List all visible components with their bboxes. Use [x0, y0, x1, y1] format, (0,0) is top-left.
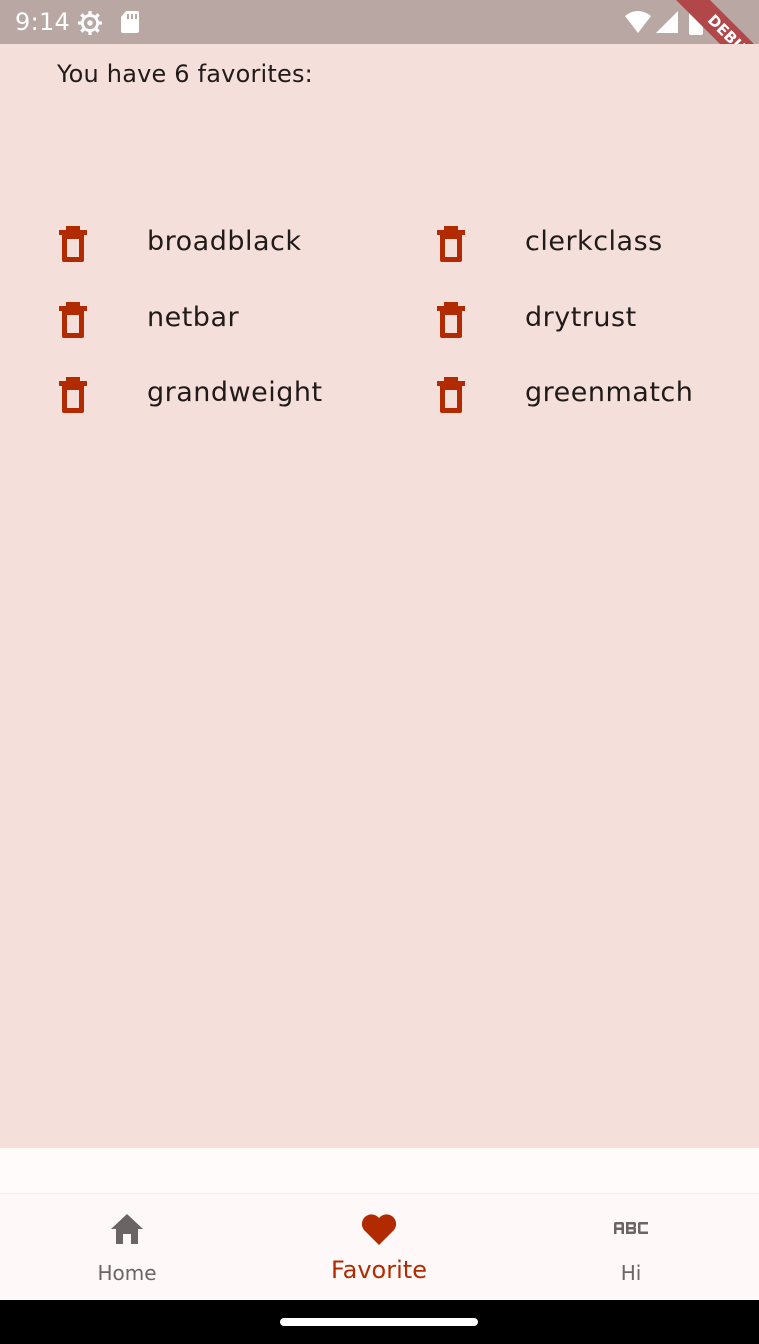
- system-gesture-bar: [0, 1300, 759, 1344]
- bottom-navigation: Home Favorite Hi: [0, 1193, 759, 1301]
- nav-label-hi: Hi: [620, 1261, 642, 1285]
- favorites-page: You have 6 favorites: broadblack clerkcl…: [0, 44, 759, 1148]
- favorite-label: drytrust: [525, 302, 637, 333]
- favorite-label: clerkclass: [525, 226, 663, 257]
- favorite-label: netbar: [147, 302, 240, 333]
- delete-icon[interactable]: [57, 375, 89, 415]
- nav-item-favorite[interactable]: Favorite: [279, 1194, 479, 1301]
- nav-label-home: Home: [97, 1261, 157, 1285]
- favorite-label: grandweight: [147, 377, 323, 408]
- nav-item-home[interactable]: Home: [27, 1194, 227, 1301]
- home-icon: [109, 1212, 145, 1251]
- favorite-item: netbar: [57, 300, 417, 360]
- nav-item-hi[interactable]: Hi: [531, 1194, 731, 1301]
- favorite-item: broadblack: [57, 224, 417, 284]
- settings-icon: [77, 10, 103, 41]
- nav-label-favorite: Favorite: [331, 1256, 427, 1284]
- abc-icon: [613, 1220, 649, 1241]
- favorite-item: greenmatch: [435, 375, 759, 435]
- favorite-label: broadblack: [147, 226, 302, 257]
- delete-icon[interactable]: [57, 300, 89, 340]
- home-gesture-handle[interactable]: [280, 1318, 478, 1326]
- status-time: 9:14: [15, 8, 71, 36]
- favorites-count-heading: You have 6 favorites:: [57, 60, 313, 88]
- favorite-label: greenmatch: [525, 377, 694, 408]
- sd-card-icon: [120, 10, 140, 39]
- favorite-item: grandweight: [57, 375, 417, 435]
- delete-icon[interactable]: [57, 224, 89, 264]
- favorite-item: clerkclass: [435, 224, 759, 284]
- nav-spacer: [0, 1148, 759, 1193]
- heart-icon: [360, 1212, 398, 1251]
- delete-icon[interactable]: [435, 224, 467, 264]
- favorite-item: drytrust: [435, 300, 759, 360]
- delete-icon[interactable]: [435, 375, 467, 415]
- delete-icon[interactable]: [435, 300, 467, 340]
